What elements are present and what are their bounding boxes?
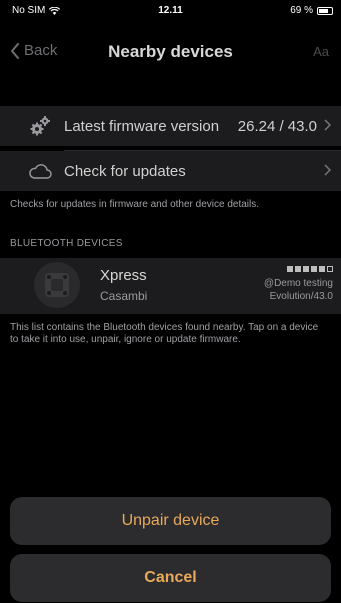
signal-bar xyxy=(319,266,325,272)
signal-bar xyxy=(311,266,317,272)
gears-icon xyxy=(26,112,54,140)
check-updates-row[interactable]: Check for updates xyxy=(0,151,341,191)
firmware-version-row[interactable]: Latest firmware version 26.24 / 43.0 xyxy=(0,106,341,146)
device-name: Xpress xyxy=(100,267,147,284)
navigation-bar: Back Nearby devices Aa xyxy=(0,36,341,68)
chevron-right-icon xyxy=(324,118,332,134)
device-row[interactable]: Xpress Casambi @Demo testing Evolution/4… xyxy=(0,258,341,314)
signal-bar-empty xyxy=(327,266,333,272)
list-footnote: This list contains the Bluetooth devices… xyxy=(10,322,319,345)
signal-bar xyxy=(295,266,301,272)
updates-footnote: Checks for updates in firmware and other… xyxy=(10,199,260,210)
firmware-label: Latest firmware version xyxy=(64,117,220,135)
cancel-button[interactable]: Cancel xyxy=(10,554,331,602)
cloud-icon xyxy=(26,157,54,185)
firmware-value: 26.24 / 43.0 xyxy=(237,117,317,135)
status-bar: No SIM 12.11 69 % xyxy=(0,0,341,28)
section-header: BLUETOOTH DEVICES xyxy=(10,238,123,249)
device-vendor: Casambi xyxy=(100,289,148,303)
device-icon xyxy=(34,262,80,308)
page-title: Nearby devices xyxy=(108,42,233,61)
check-updates-label: Check for updates xyxy=(64,162,186,180)
status-right: 69 % xyxy=(290,5,333,16)
battery-percent: 69 % xyxy=(290,5,313,16)
text-size-button[interactable]: Aa xyxy=(313,44,329,59)
signal-bar xyxy=(287,266,293,272)
device-version: Evolution/43.0 xyxy=(269,291,333,302)
device-network: @Demo testing xyxy=(263,278,333,289)
chevron-right-icon xyxy=(324,163,332,179)
unpair-device-button[interactable]: Unpair device xyxy=(10,497,331,545)
signal-strength-icon xyxy=(287,266,333,272)
signal-bar xyxy=(303,266,309,272)
battery-icon xyxy=(317,6,333,15)
